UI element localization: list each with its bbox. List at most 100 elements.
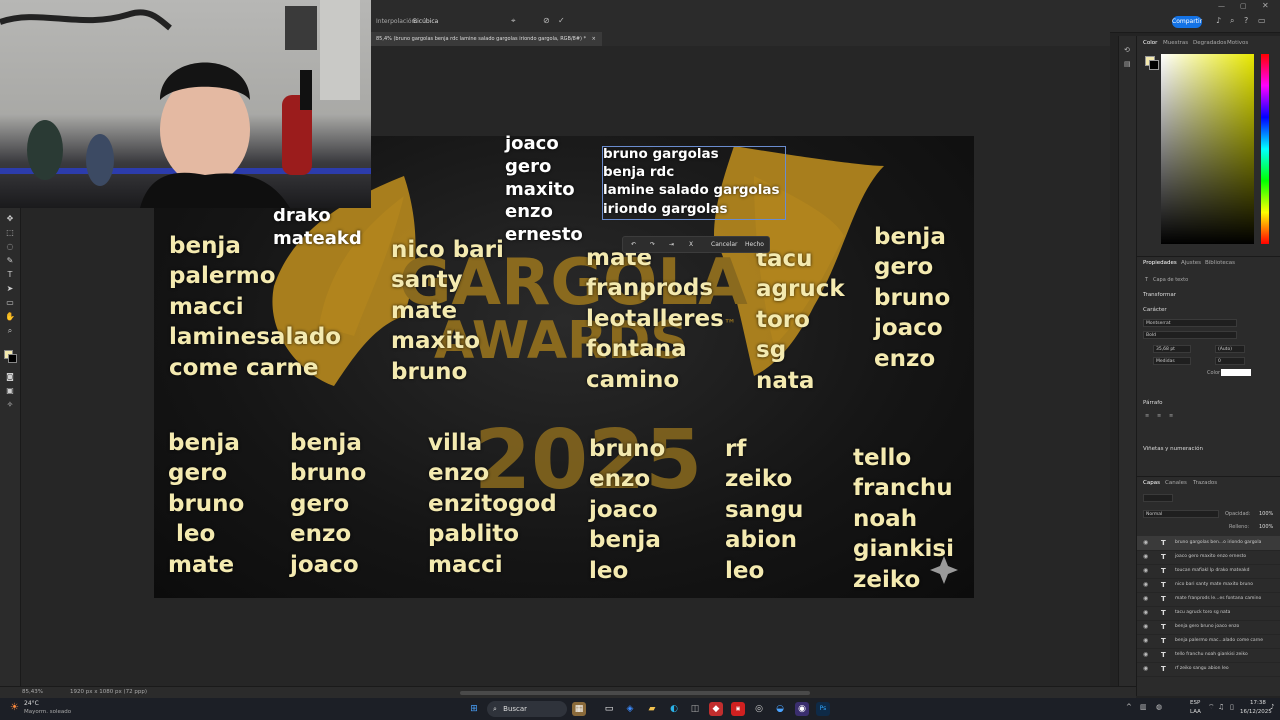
obs-icon[interactable]: ◉ [795, 702, 809, 716]
name-column-benja-gero[interactable]: benja gero bruno joaco enzo [874, 222, 950, 374]
battery-icon[interactable]: ▯ [1230, 703, 1234, 711]
tab-layers[interactable]: Capas [1143, 480, 1160, 486]
leading-field[interactable]: (Auto) [1215, 345, 1245, 353]
task-view-icon[interactable]: ▭ [602, 702, 616, 716]
text-color-swatch[interactable] [1221, 369, 1251, 376]
move-tool-icon[interactable]: ✥ [5, 214, 15, 224]
name-column-bottom-3[interactable]: villa enzo enzitogod pablito macci [428, 428, 557, 580]
github-icon[interactable]: ◎ [752, 702, 766, 716]
visibility-eye-icon[interactable]: ◉ [1143, 609, 1148, 616]
layer-row[interactable]: ◉ Ttoucan mafiakl lp drako mateakd [1137, 564, 1280, 579]
marquee-tool-icon[interactable]: ⬚ [5, 228, 15, 238]
weather-icon[interactable]: ☀ [10, 702, 19, 713]
hand-tool-icon[interactable]: ✋ [5, 312, 15, 322]
tab-properties[interactable]: Propiedades [1143, 260, 1177, 266]
interpolation-dropdown[interactable]: Bicúbica [413, 18, 438, 25]
visibility-eye-icon[interactable]: ◉ [1143, 665, 1148, 672]
visibility-eye-icon[interactable]: ◉ [1143, 539, 1148, 546]
tray-app-icon-2[interactable]: ◍ [1156, 703, 1162, 711]
tab-channels[interactable]: Canales [1165, 480, 1187, 486]
type-tool-icon[interactable]: T [5, 270, 15, 280]
layer-row[interactable]: ◉ Tbenja gero bruno joaco enzo [1137, 620, 1280, 635]
lasso-tool-icon[interactable]: ◌ [5, 242, 15, 252]
done-button[interactable]: Hecho [745, 237, 764, 252]
help-icon[interactable]: ? [1244, 16, 1248, 25]
cancel-button[interactable]: Cancelar [711, 237, 737, 252]
blend-mode-select[interactable]: Normal [1143, 510, 1219, 518]
redo-icon[interactable]: ↷ [650, 237, 655, 252]
document-tab[interactable]: 85,4% (bruno gargolas benja rdc lamine s… [370, 32, 602, 46]
horizontal-scrollbar[interactable] [460, 691, 810, 695]
widget-icon[interactable]: ▦ [572, 702, 586, 716]
tab-color[interactable]: Color [1143, 40, 1157, 46]
kerning-field[interactable]: Medidas [1153, 357, 1191, 365]
visibility-eye-icon[interactable]: ◉ [1143, 553, 1148, 560]
visibility-eye-icon[interactable]: ◉ [1143, 651, 1148, 658]
search-icon[interactable]: ⌕ [1230, 16, 1234, 26]
store-icon[interactable]: ◫ [688, 702, 702, 716]
bullets-section[interactable]: Viñetas y numeración [1143, 446, 1203, 452]
tab-adjustments[interactable]: Ajustes [1181, 260, 1201, 266]
brush-tool-icon[interactable]: ✎ [5, 256, 15, 266]
weather-temp[interactable]: 24°C [24, 700, 39, 707]
align-left-icon[interactable]: ≡ [1145, 413, 1149, 419]
tab-patterns[interactable]: Motivos [1227, 40, 1248, 46]
font-family-select[interactable]: Montserrat [1143, 319, 1237, 327]
zoom-level[interactable]: 85,43% [22, 689, 43, 695]
generative-icon[interactable]: ✧ [5, 400, 15, 410]
warp-text-icon[interactable]: Ⅹ [689, 237, 693, 252]
name-column-bottom-2[interactable]: benja bruno gero enzo joaco [290, 428, 366, 580]
zoom-tool-icon[interactable]: ⌕ [5, 326, 15, 336]
tab-paths[interactable]: Trazados [1193, 480, 1217, 486]
path-select-icon[interactable]: ➤ [5, 284, 15, 294]
wifi-icon[interactable]: ⌔ [1208, 703, 1215, 712]
maximize-icon[interactable]: ▢ [1240, 2, 1247, 10]
visibility-eye-icon[interactable]: ◉ [1143, 637, 1148, 644]
minimize-icon[interactable]: — [1218, 2, 1225, 10]
background-color-swatch[interactable] [8, 354, 17, 363]
layer-row[interactable]: ◉ Ttello franchu noah giankisi zeiko [1137, 648, 1280, 663]
hue-slider[interactable] [1261, 54, 1269, 244]
name-column-nico-bari[interactable]: nico bari santy mate maxito bruno [391, 235, 504, 387]
name-column-joaco[interactable]: joaco gero maxito enzo ernesto [505, 133, 583, 247]
edge-icon[interactable]: ◐ [667, 702, 681, 716]
font-style-select[interactable]: Bold [1143, 331, 1237, 339]
quick-mask-icon[interactable]: ◙ [5, 372, 15, 382]
paragraph-section[interactable]: Párrafo [1143, 400, 1163, 406]
align-icon[interactable]: ⇥ [669, 237, 674, 252]
tracking-field[interactable]: 0 [1215, 357, 1245, 365]
character-section[interactable]: Carácter [1143, 307, 1167, 313]
keyboard-lang-1[interactable]: ESP [1190, 700, 1200, 706]
tab-gradients[interactable]: Degradados [1193, 40, 1226, 46]
comments-icon[interactable]: ▤ [1124, 60, 1131, 68]
keyboard-lang-2[interactable]: LAA [1190, 709, 1201, 715]
clock-date[interactable]: 16/12/2025 [1240, 709, 1272, 715]
clock-time[interactable]: 17:38 [1250, 700, 1266, 706]
undo-icon[interactable]: ↶ [631, 237, 636, 252]
align-right-icon[interactable]: ≡ [1169, 413, 1173, 419]
screen-mode-icon[interactable]: ▣ [5, 386, 15, 396]
visibility-eye-icon[interactable]: ◉ [1143, 567, 1148, 574]
transform-section[interactable]: Transformar [1143, 292, 1176, 298]
name-column-mate[interactable]: mate franprods leotalleres fontana camin… [586, 243, 724, 395]
bg-color-chip[interactable] [1149, 60, 1159, 70]
name-column-bottom-5[interactable]: rf zeiko sangu abion leo [725, 434, 803, 586]
volume-icon[interactable]: ♫ [1218, 703, 1224, 711]
layer-row[interactable]: ◉ Tbenja palermo mac...alado come carne [1137, 634, 1280, 649]
brave-icon[interactable]: ◆ [709, 702, 723, 716]
opacity-value[interactable]: 100% [1259, 511, 1273, 517]
tab-libraries[interactable]: Bibliotecas [1205, 260, 1235, 266]
visibility-eye-icon[interactable]: ◉ [1143, 595, 1148, 602]
layer-row[interactable]: ◉ Tbruno gargolas ben...o iriondo gargola [1137, 536, 1280, 551]
name-column-benja-palermo[interactable]: benja palermo macci laminesalado come ca… [169, 231, 341, 383]
tray-expand-icon[interactable]: ^ [1126, 703, 1132, 711]
layer-row[interactable]: ◉ Tnico bari santy mate maxito bruno [1137, 578, 1280, 593]
name-column-bottom-6[interactable]: tello franchu noah giankisi zeiko [853, 443, 954, 595]
warp-icon[interactable]: ⌖ [511, 16, 516, 26]
cancel-transform-icon[interactable]: ⊘ [543, 16, 550, 25]
layer-row[interactable]: ◉ Tmate franprods le...es fontana camino [1137, 592, 1280, 607]
notification-bell-icon[interactable]: ♪ [1270, 703, 1274, 711]
history-icon[interactable]: ⟲ [1124, 46, 1130, 54]
copilot-icon[interactable]: ◈ [623, 702, 637, 716]
name-column-bottom-4[interactable]: bruno enzo joaco benja leo [589, 434, 665, 586]
